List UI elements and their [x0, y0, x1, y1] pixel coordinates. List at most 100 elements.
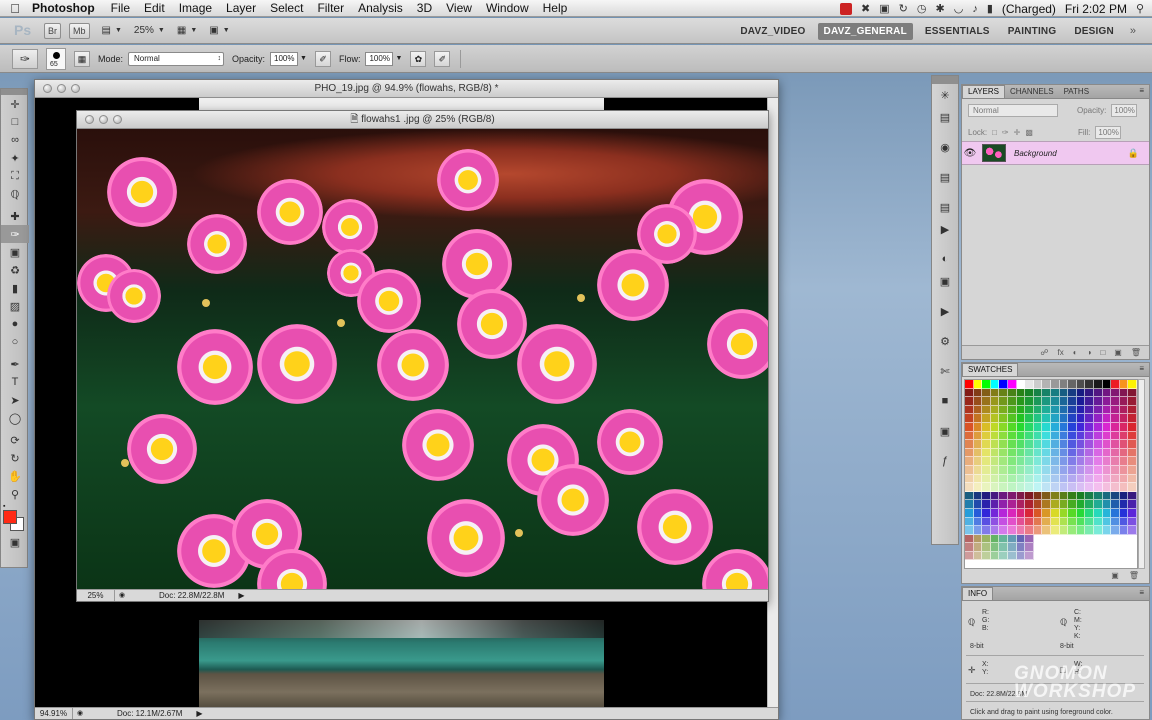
color-swatch[interactable]	[973, 431, 983, 441]
color-swatch[interactable]	[1050, 388, 1060, 398]
color-swatch[interactable]	[1093, 414, 1103, 423]
color-swatch[interactable]	[1076, 483, 1086, 492]
color-swatch[interactable]	[965, 422, 974, 432]
color-swatch[interactable]	[1102, 474, 1112, 484]
color-swatch[interactable]	[1007, 448, 1017, 458]
color-swatch[interactable]	[1085, 465, 1094, 475]
color-swatch[interactable]	[982, 465, 991, 475]
minimize-window-button[interactable]	[57, 84, 66, 93]
flower-photo-canvas[interactable]	[77, 129, 768, 591]
color-swatch[interactable]	[973, 517, 983, 527]
color-swatch[interactable]	[1042, 517, 1051, 527]
color-swatch[interactable]	[1025, 440, 1034, 449]
apple-icon[interactable]: 	[0, 1, 30, 16]
color-swatch[interactable]	[1093, 465, 1103, 475]
color-swatch[interactable]	[1025, 474, 1034, 484]
color-swatch[interactable]	[973, 457, 983, 466]
color-swatch[interactable]	[965, 405, 974, 415]
pen-tool-icon[interactable]: ✒	[1, 355, 29, 373]
zoom-level-dropdown[interactable]: 25% ▼	[134, 25, 165, 36]
color-swatch[interactable]	[1025, 431, 1034, 441]
color-swatch[interactable]	[1128, 440, 1137, 449]
app-menu-photoshop[interactable]: Photoshop	[30, 1, 104, 15]
menu-3d[interactable]: 3D	[410, 1, 439, 15]
color-swatch[interactable]	[1076, 474, 1086, 484]
actions-icon[interactable]: ▶	[932, 218, 958, 240]
color-swatch[interactable]	[1093, 422, 1103, 432]
color-swatch[interactable]	[1042, 500, 1051, 509]
color-swatch[interactable]	[1007, 388, 1017, 398]
bluetooth-icon[interactable]: ✱	[936, 2, 945, 15]
color-swatch[interactable]	[973, 508, 983, 518]
color-swatch[interactable]	[1102, 465, 1112, 475]
color-swatch[interactable]	[1111, 405, 1120, 415]
lock-pixels-icon[interactable]: ✑	[1002, 128, 1009, 137]
color-swatch[interactable]	[973, 491, 983, 501]
color-swatch[interactable]	[1050, 397, 1060, 406]
color-swatch[interactable]	[1007, 422, 1017, 432]
color-swatch[interactable]	[1068, 422, 1077, 432]
color-swatch[interactable]	[1042, 405, 1051, 415]
color-swatch[interactable]	[1068, 388, 1077, 398]
color-swatch[interactable]	[1042, 380, 1051, 389]
color-swatch[interactable]	[1033, 491, 1043, 501]
color-swatch[interactable]	[1016, 465, 1026, 475]
delete-layer-icon[interactable]: 🗑	[1131, 348, 1141, 357]
color-swatch[interactable]	[982, 414, 991, 423]
color-icon[interactable]: ◉	[932, 136, 958, 158]
color-swatch[interactable]	[1128, 526, 1137, 535]
color-swatch[interactable]	[1016, 440, 1026, 449]
tab-layers[interactable]: LAYERS	[962, 85, 1005, 98]
color-swatch[interactable]	[1093, 380, 1103, 389]
color-swatch[interactable]	[973, 388, 983, 398]
color-swatch[interactable]	[1007, 397, 1017, 406]
color-swatch[interactable]	[1128, 534, 1137, 544]
clone-stamp-tool-icon[interactable]: ▣	[1, 243, 29, 261]
color-swatch[interactable]	[1128, 551, 1137, 561]
color-swatch[interactable]	[973, 474, 983, 484]
color-swatch[interactable]	[1050, 414, 1060, 423]
quick-mask-icon[interactable]: ▣	[1, 533, 29, 551]
menu-edit[interactable]: Edit	[137, 1, 172, 15]
color-swatch[interactable]	[1085, 414, 1094, 423]
history-icon[interactable]: ▤	[932, 196, 958, 218]
color-swatch[interactable]	[1093, 474, 1103, 484]
history-brush-tool-icon[interactable]: ♻	[1, 261, 29, 279]
color-swatch[interactable]	[1102, 517, 1112, 527]
menu-filter[interactable]: Filter	[310, 1, 351, 15]
color-swatch[interactable]	[1085, 397, 1094, 406]
color-swatch[interactable]	[1050, 380, 1060, 389]
color-swatch[interactable]	[1050, 457, 1060, 466]
color-swatch[interactable]	[999, 551, 1008, 561]
color-swatch[interactable]	[1085, 500, 1094, 509]
color-swatch[interactable]	[965, 517, 974, 527]
color-swatch[interactable]	[1059, 534, 1069, 544]
color-swatch[interactable]	[1042, 543, 1051, 552]
menu-window[interactable]: Window	[479, 1, 536, 15]
color-swatch[interactable]	[1119, 534, 1129, 544]
screen-mode-dropdown[interactable]: ▣ ▼	[209, 25, 229, 36]
color-swatch[interactable]	[1059, 465, 1069, 475]
color-swatch[interactable]	[1059, 500, 1069, 509]
color-swatch[interactable]	[1059, 440, 1069, 449]
color-swatch[interactable]	[1111, 508, 1120, 518]
color-swatch[interactable]	[1111, 491, 1120, 501]
brush-presets-icon[interactable]: ■	[932, 390, 958, 412]
color-swatch[interactable]	[1059, 380, 1069, 389]
color-swatch[interactable]	[1102, 397, 1112, 406]
color-swatch[interactable]	[1076, 448, 1086, 458]
color-swatch[interactable]	[965, 448, 974, 458]
tab-channels[interactable]: CHANNELS	[1005, 86, 1059, 98]
color-swatch[interactable]	[990, 517, 1000, 527]
color-swatch[interactable]	[1068, 405, 1077, 415]
color-swatch[interactable]	[1102, 491, 1112, 501]
color-swatch[interactable]	[1068, 526, 1077, 535]
color-swatch[interactable]	[1085, 431, 1094, 441]
dock-header[interactable]	[932, 76, 958, 84]
color-swatch[interactable]	[990, 526, 1000, 535]
masks-icon[interactable]: ◐	[932, 248, 958, 270]
color-swatch[interactable]	[990, 500, 1000, 509]
color-swatch[interactable]	[1033, 465, 1043, 475]
adjustments-icon[interactable]: ▤	[932, 166, 958, 188]
mode-select[interactable]: Normal ↕	[128, 51, 225, 66]
